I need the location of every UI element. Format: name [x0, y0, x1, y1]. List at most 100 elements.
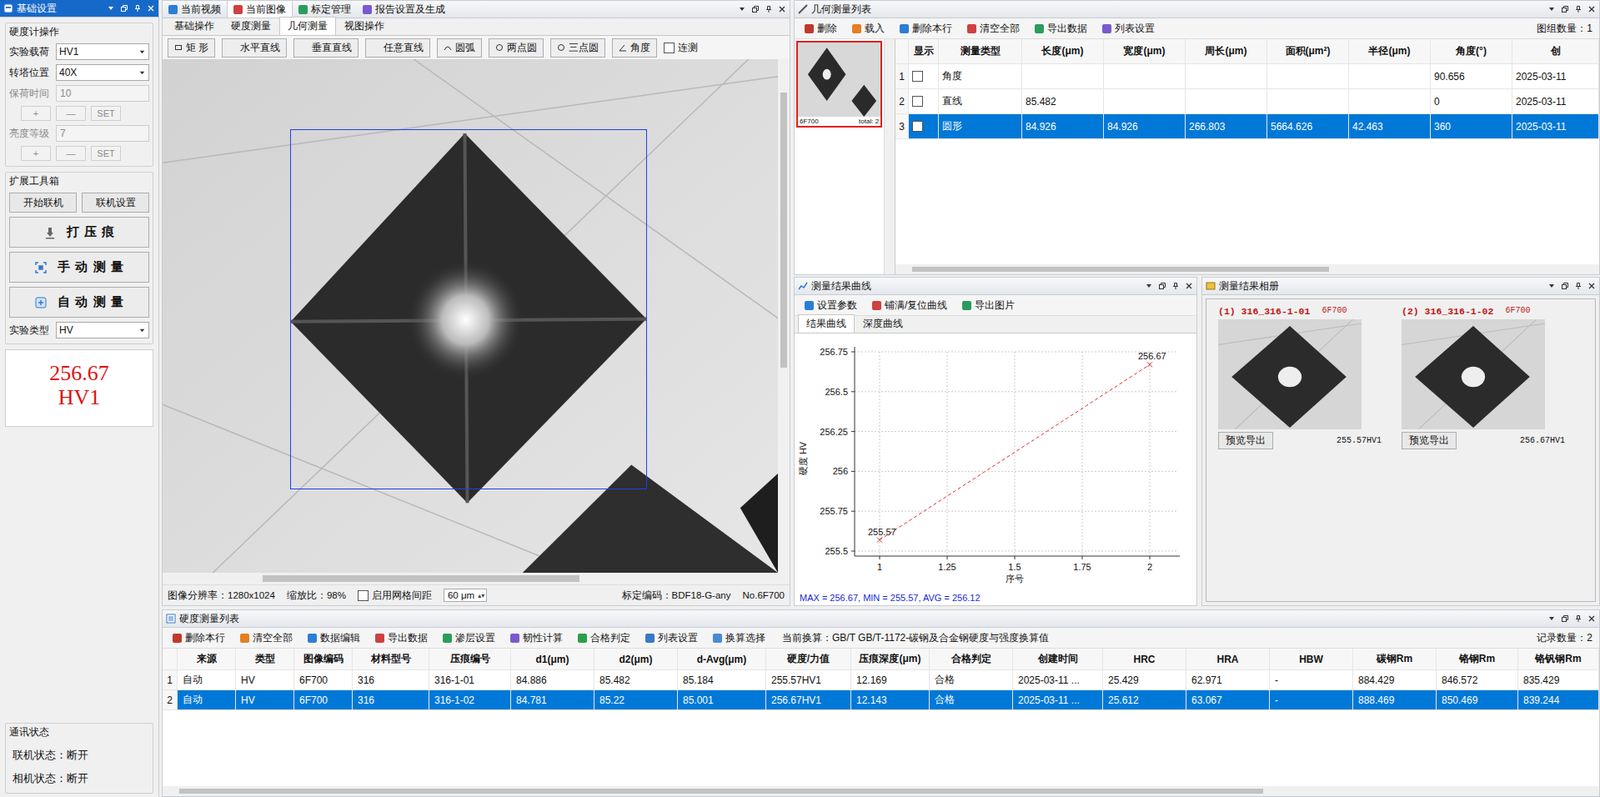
column-header[interactable]: 长度(μm) — [1022, 39, 1104, 65]
horizontal-scrollbar[interactable] — [162, 572, 790, 585]
curve-tab[interactable]: 深度曲线 — [854, 314, 912, 333]
image-canvas[interactable] — [162, 59, 778, 573]
close-icon[interactable] — [1587, 614, 1596, 623]
toolbar-button[interactable]: 删除 — [799, 20, 843, 38]
tool-button[interactable]: 开始联机 — [9, 192, 77, 213]
toolbar-button[interactable]: 渗层设置 — [437, 629, 501, 648]
horizontal-scrollbar[interactable] — [895, 264, 1600, 275]
float-icon[interactable] — [1560, 281, 1570, 291]
geometry-tool-button[interactable]: 角度 — [611, 38, 658, 58]
show-cell[interactable] — [908, 64, 939, 90]
toolbar-button[interactable]: 铺满/复位曲线 — [867, 296, 953, 315]
column-header[interactable]: HRC — [1103, 648, 1187, 671]
column-header[interactable]: 铬钒钢Rm — [1518, 648, 1600, 671]
column-header[interactable]: 碳钢Rm — [1353, 648, 1437, 671]
table-row[interactable]: 1角度90.6562025-03-11 — [895, 64, 1600, 90]
column-header[interactable]: d-Avg(μm) — [677, 648, 767, 671]
column-header[interactable]: 铬钢Rm — [1436, 648, 1519, 671]
geometry-tool-button[interactable]: 任意直线 — [365, 38, 431, 58]
pin-icon[interactable] — [1574, 614, 1583, 623]
input-field[interactable]: 10 — [55, 85, 150, 102]
input-field[interactable]: 7 — [55, 125, 150, 142]
geometry-tool-button[interactable]: 三点圆 — [550, 38, 606, 58]
column-header[interactable]: 宽度(μm) — [1103, 39, 1186, 65]
toolbar-button[interactable]: 数据编辑 — [302, 629, 366, 648]
menu-icon[interactable] — [1547, 281, 1556, 291]
menu-icon[interactable] — [1547, 614, 1556, 623]
grid-checkbox[interactable]: 启用网格间距 — [357, 589, 432, 602]
table-row[interactable]: 3圆形84.92684.926266.8035664.62642.4633602… — [895, 114, 1600, 140]
tool-button[interactable]: 联机设置 — [81, 192, 150, 213]
select-field[interactable]: 40X — [55, 64, 150, 81]
column-header[interactable]: 图像编码 — [294, 648, 353, 671]
column-header[interactable]: 类型 — [235, 648, 295, 671]
grid-spinbox[interactable]: 60 μm▴▾ — [443, 588, 487, 602]
pin-icon[interactable] — [133, 4, 142, 13]
step-button[interactable]: SET — [90, 105, 121, 121]
panel-tab[interactable]: 报告设置及生成 — [356, 0, 452, 18]
toolbar-button[interactable]: 删除本行 — [894, 20, 958, 38]
toolbar-button[interactable]: 清空全部 — [235, 629, 298, 648]
show-checkbox[interactable] — [912, 120, 923, 132]
select-field[interactable]: HV1 — [55, 43, 150, 61]
pin-icon[interactable] — [1574, 5, 1583, 14]
vertical-scrollbar[interactable] — [777, 59, 790, 573]
horizontal-scrollbar[interactable] — [162, 786, 1600, 797]
toolbar-button[interactable]: 清空全部 — [962, 20, 1025, 38]
show-checkbox[interactable] — [912, 70, 923, 82]
measure-rectangle[interactable] — [290, 129, 648, 490]
column-header[interactable]: d1(μm) — [511, 648, 595, 671]
column-header[interactable]: 合格判定 — [929, 648, 1014, 671]
table-row[interactable]: 1自动HV6F700316316-1-0184.88685.48285.1842… — [162, 670, 1600, 691]
column-header[interactable]: HRA — [1186, 648, 1270, 671]
geometry-tool-button[interactable]: 矩 形 — [167, 38, 216, 58]
column-header[interactable]: 材料型号 — [352, 648, 430, 671]
sub-tab[interactable]: 视图操作 — [336, 16, 393, 36]
toolbar-button[interactable]: 设置参数 — [799, 296, 863, 315]
continuous-checkbox[interactable]: 连测 — [663, 40, 698, 56]
column-header[interactable]: 测量类型 — [938, 39, 1023, 65]
toolbar-button[interactable]: 删除本行 — [167, 629, 231, 648]
column-header[interactable]: 创建时间 — [1013, 648, 1104, 671]
toolbar-button[interactable]: 换算选择 — [707, 629, 771, 648]
column-header[interactable]: d2(μm) — [594, 648, 678, 671]
step-button[interactable]: SET — [90, 145, 121, 161]
data-point[interactable] — [1147, 361, 1153, 367]
toolbar-button[interactable]: 载入 — [847, 20, 890, 38]
close-icon[interactable] — [1587, 5, 1596, 14]
preview-export-button[interactable]: 预览导出 — [1218, 431, 1274, 450]
thumbnail-scrollbar[interactable] — [883, 39, 895, 275]
step-button[interactable]: — — [55, 145, 86, 161]
geometry-tool-button[interactable]: 圆弧 — [436, 38, 482, 58]
data-point[interactable] — [877, 537, 883, 543]
step-button[interactable]: + — [20, 105, 51, 121]
float-icon[interactable] — [1560, 614, 1570, 623]
pin-icon[interactable] — [1574, 281, 1583, 291]
curve-tab[interactable]: 结果曲线 — [797, 314, 855, 333]
big-action-button[interactable]: 打 压 痕 — [9, 216, 150, 248]
show-cell[interactable] — [908, 89, 939, 115]
float-icon[interactable] — [751, 5, 760, 14]
show-cell[interactable] — [908, 114, 939, 140]
album-item[interactable]: (1) 316_316-1-016F700预览导出255.57HV1 — [1218, 305, 1382, 450]
image-thumbnail[interactable]: 6F700total: 2 — [796, 40, 883, 128]
table-row[interactable]: 2自动HV6F700316316-1-0284.78185.2285.00125… — [162, 690, 1600, 711]
preview-export-button[interactable]: 预览导出 — [1401, 431, 1457, 450]
show-checkbox[interactable] — [912, 95, 923, 107]
sub-tab[interactable]: 几何测量 — [279, 16, 337, 36]
pin-icon[interactable] — [764, 5, 773, 14]
float-icon[interactable] — [1560, 5, 1570, 14]
geometry-tool-button[interactable]: 垂直直线 — [293, 38, 359, 58]
close-icon[interactable] — [1587, 281, 1596, 291]
column-header[interactable]: 硬度/力值 — [766, 648, 852, 671]
column-header[interactable]: 压痕编号 — [429, 648, 512, 671]
menu-icon[interactable] — [1547, 5, 1556, 14]
column-header[interactable]: HBW — [1269, 648, 1354, 671]
sub-tab[interactable]: 硬度测量 — [222, 16, 280, 36]
column-header[interactable]: 半径(μm) — [1349, 39, 1431, 65]
panel-tab[interactable]: 当前图像 — [226, 0, 293, 18]
album-item[interactable]: (2) 316_316-1-026F700预览导出256.67HV1 — [1401, 305, 1565, 450]
menu-icon[interactable] — [737, 5, 747, 14]
close-icon[interactable] — [146, 4, 156, 13]
close-icon[interactable] — [777, 5, 787, 14]
